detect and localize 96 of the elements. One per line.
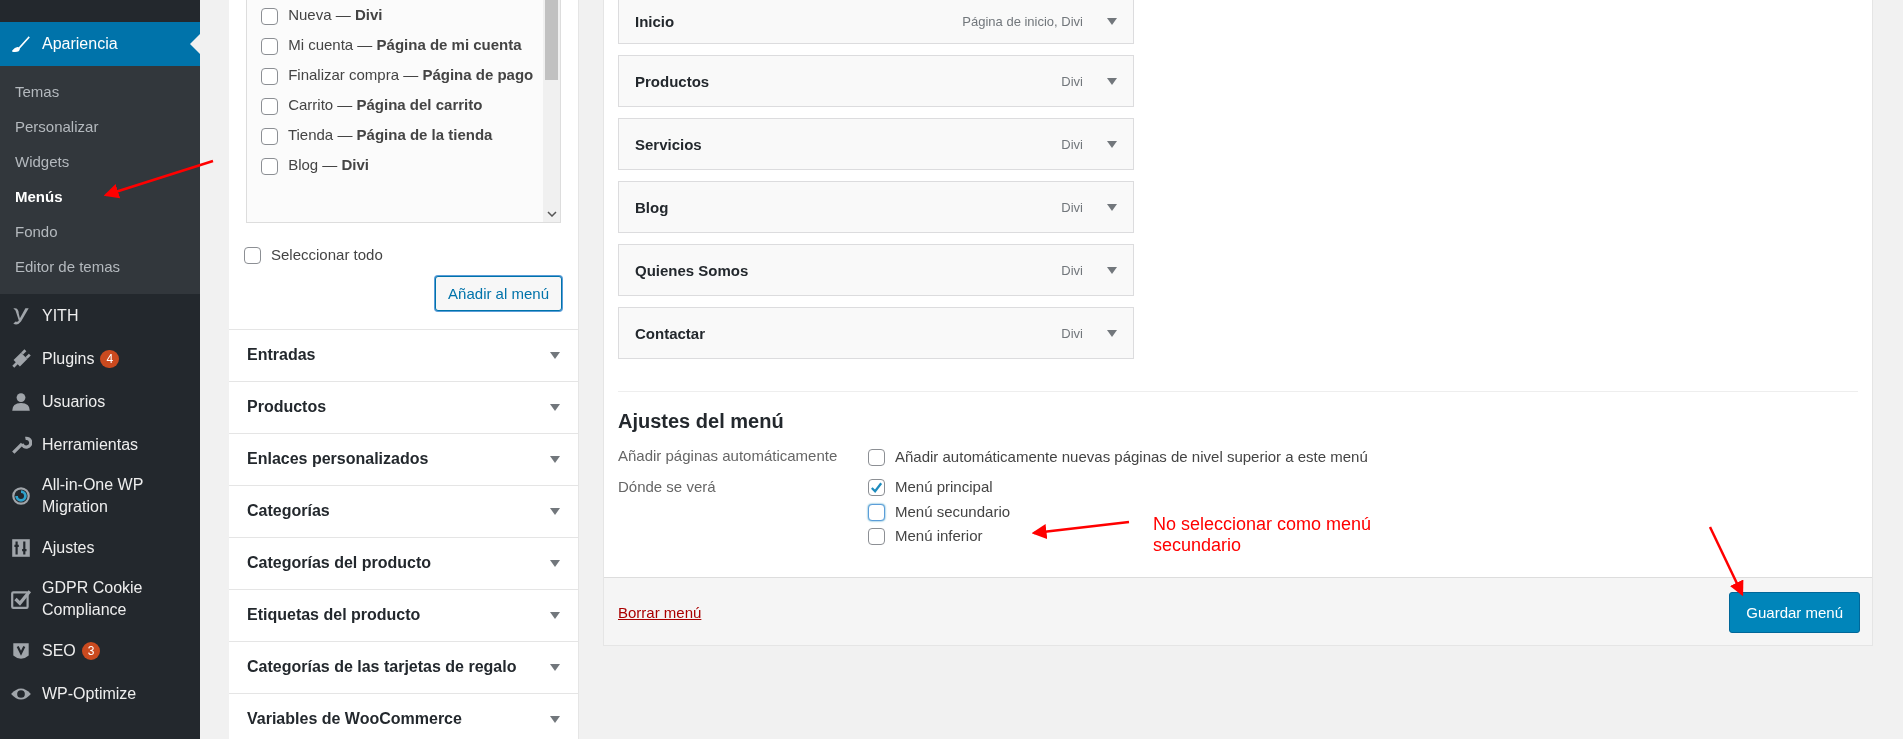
checkbox[interactable]: [868, 528, 885, 546]
expand-arrow-icon[interactable]: [550, 455, 560, 463]
option-label: Añadir automáticamente nuevas páginas de nivel superior a este menú: [895, 447, 1368, 465]
scroll-down-icon[interactable]: [547, 211, 557, 217]
option-label: Menú secundario: [895, 502, 1011, 520]
checkbox[interactable]: [868, 479, 885, 497]
accordion-section[interactable]: Entradas: [229, 328, 578, 381]
sidebar-item[interactable]: GDPR Cookie Compliance: [42, 577, 177, 621]
expand-arrow-icon[interactable]: [1107, 18, 1117, 25]
select-all-label: Seleccionar todo: [271, 245, 383, 263]
menu-item-title: Inicio: [635, 13, 676, 30]
menu-item-title: Quienes Somos: [635, 261, 750, 279]
menu-item-title: Blog: [635, 198, 670, 216]
annotation-text: No seleccionar como menú secundario: [1153, 514, 1373, 556]
menu-item-type: Divi: [1061, 325, 1083, 341]
scrollbar-thumb[interactable]: [545, 0, 558, 80]
page-option: Nueva — Divi: [288, 6, 383, 23]
expand-arrow-icon[interactable]: [550, 611, 560, 619]
menu-item-type: Divi: [1061, 136, 1083, 152]
expand-arrow-icon[interactable]: [550, 403, 560, 411]
page-option: Carrito — Página del carrito: [288, 96, 483, 113]
menu-item-type: Divi: [1061, 199, 1083, 215]
checkbox[interactable]: [244, 246, 261, 264]
menu-item[interactable]: Servicios Divi: [618, 118, 1134, 170]
menu-item-type: Página de inicio, Divi: [962, 14, 1083, 29]
accordion-section[interactable]: Categorías: [229, 484, 578, 537]
accordion-section[interactable]: Etiquetas del producto: [229, 588, 578, 641]
expand-arrow-icon[interactable]: [550, 351, 560, 359]
submenu-item[interactable]: Personalizar: [0, 109, 200, 144]
expand-arrow-icon[interactable]: [550, 559, 560, 567]
count-badge: 3: [81, 641, 101, 660]
page-option: Tienda — Página de la tienda: [287, 126, 493, 143]
option-label: Menú inferior: [895, 527, 983, 545]
accordion-section[interactable]: Productos: [229, 380, 578, 433]
menu-item-title: Productos: [635, 72, 711, 90]
menu-item-title: Contactar: [635, 324, 706, 342]
annotation-arrow: [1708, 526, 1744, 597]
checkbox[interactable]: [868, 503, 885, 521]
checkbox[interactable]: [261, 7, 278, 25]
sidebar-item[interactable]: Usuarios: [42, 390, 106, 413]
expand-arrow-icon[interactable]: [550, 663, 560, 671]
checkbox[interactable]: [261, 37, 278, 55]
expand-arrow-icon[interactable]: [550, 715, 560, 723]
checkbox[interactable]: [261, 67, 278, 85]
menu-item-type: Divi: [1061, 73, 1083, 89]
scrollbar[interactable]: [543, 0, 560, 222]
settings-heading: Ajustes del menú: [618, 410, 785, 433]
option-label: Menú principal: [895, 478, 993, 496]
expand-arrow-icon[interactable]: [1107, 140, 1117, 148]
menu-item[interactable]: Contactar Divi: [618, 307, 1134, 359]
count-badge: 4: [100, 349, 120, 368]
page-option: Mi cuenta — Página de mi cuenta: [288, 36, 522, 53]
submenu-item[interactable]: Editor de temas: [0, 249, 200, 284]
submenu-item[interactable]: Widgets: [0, 144, 200, 179]
checkbox-icon: [10, 588, 32, 610]
menu-item[interactable]: Inicio Página de inicio, Divi: [618, 0, 1134, 44]
setting-label: Añadir páginas automáticamente: [618, 447, 839, 466]
delete-menu-link[interactable]: Borrar menú: [618, 604, 702, 622]
menu-item[interactable]: Blog Divi: [618, 181, 1134, 233]
sidebar-item[interactable]: SEO: [42, 639, 76, 662]
checkbox[interactable]: [261, 157, 278, 175]
menu-item-type: Divi: [1061, 262, 1083, 278]
submenu-item[interactable]: Fondo: [0, 214, 200, 249]
expand-arrow-icon[interactable]: [1107, 203, 1117, 211]
accordion-section[interactable]: Categorías del producto: [229, 536, 578, 589]
sidebar-item[interactable]: Plugins: [42, 347, 95, 370]
add-to-menu-button[interactable]: Añadir al menú: [435, 275, 562, 311]
save-menu-button[interactable]: Guardar menú: [1729, 592, 1860, 634]
expand-arrow-icon[interactable]: [1107, 266, 1117, 274]
menu-item[interactable]: Productos Divi: [618, 55, 1134, 107]
setting-label: Dónde se verá: [618, 477, 717, 497]
submenu-item[interactable]: Temas: [0, 74, 200, 109]
accordion-section[interactable]: Enlaces personalizados: [229, 432, 578, 485]
sidebar-item[interactable]: YITH: [42, 304, 79, 327]
sidebar-item[interactable]: All-in-One WP Migration: [42, 474, 177, 518]
accordion-section[interactable]: Categorías de las tarjetas de regalo: [229, 640, 578, 693]
page-option: Blog — Divi: [288, 156, 370, 173]
user-icon: [10, 390, 32, 413]
page-option: Finalizar compra — Página de pago: [288, 66, 534, 83]
sliders-icon: [10, 536, 32, 559]
expand-arrow-icon[interactable]: [550, 507, 560, 515]
submenu-item[interactable]: Menús: [0, 179, 200, 214]
checkbox[interactable]: [261, 97, 278, 115]
checkbox[interactable]: [261, 127, 278, 145]
expand-arrow-icon[interactable]: [1107, 329, 1117, 337]
menu-item-title: Servicios: [635, 135, 703, 153]
sidebar-item[interactable]: Herramientas: [42, 433, 139, 456]
checkbox[interactable]: [868, 448, 885, 466]
expand-arrow-icon[interactable]: [1107, 77, 1117, 85]
menu-item[interactable]: Quienes Somos Divi: [618, 244, 1134, 296]
plug-icon: [10, 347, 32, 370]
sidebar-item[interactable]: WP-Optimize: [42, 682, 137, 705]
sidebar-item[interactable]: Apariencia: [0, 22, 200, 66]
current-page-pointer: [190, 34, 200, 54]
accordion-section[interactable]: Variables de WooCommerce: [229, 692, 578, 739]
sidebar-item[interactable]: Ajustes: [42, 536, 95, 559]
